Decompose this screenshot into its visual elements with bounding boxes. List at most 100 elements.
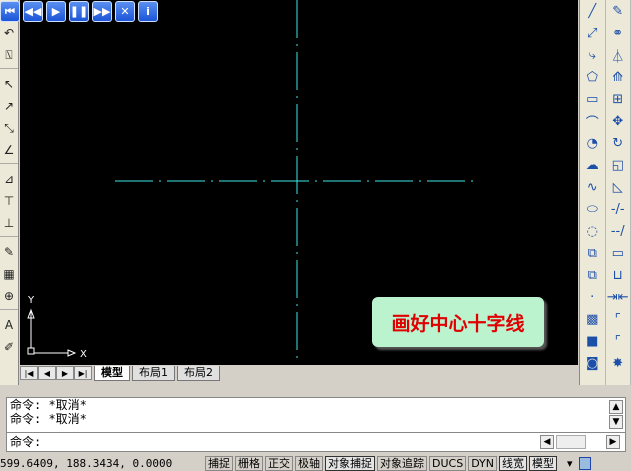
draw-tool-icon[interactable]: ⧉: [580, 264, 605, 286]
draw-tool-icon[interactable]: ╱: [580, 0, 605, 22]
draw-tool-icon[interactable]: ⬠: [580, 66, 605, 88]
draw-toolbar: ╱ ⤢ ⤷ ⬠ ▭ ⌒ ◔ ☁ ∿ ⬭ ◌ ⧉ ⧉ · ▩ ■ ◙: [580, 0, 606, 385]
left-tool-icon[interactable]: A: [0, 314, 18, 336]
instruction-label: 画好中心十字线: [372, 297, 544, 347]
coordinate-readout: 599.6409, 188.3434, 0.0000: [0, 456, 173, 470]
ucs-icon: [27, 308, 77, 357]
status-toggle-4[interactable]: 对象捕捉: [325, 455, 375, 471]
modify-tool-icon[interactable]: ✥: [606, 110, 631, 132]
skip-start-icon[interactable]: ⏮: [0, 1, 20, 22]
pause-icon[interactable]: ❚❚: [69, 1, 89, 22]
draw-tool-icon[interactable]: ◔: [580, 132, 605, 154]
scroll-right-icon[interactable]: ▶: [606, 435, 620, 449]
clean-screen-icon[interactable]: [578, 456, 591, 470]
draw-tool-icon[interactable]: ■: [580, 330, 605, 352]
status-toggle-6[interactable]: DUCS: [429, 455, 467, 471]
modify-toolbar: ✎ ⚭ ⏃ ⟰ ⊞ ✥ ↻ ◱ ◺ -/- --/▭ ⊔ ⇥⇤ ⌜ ⌜ ✸: [606, 0, 631, 385]
draw-tool-icon[interactable]: ◌: [580, 220, 605, 242]
modify-tool-icon[interactable]: ⚭: [606, 22, 631, 44]
ucs-x-label: X: [80, 349, 87, 360]
status-toggle-9[interactable]: 模型: [529, 455, 558, 471]
draw-tool-icon[interactable]: ▩: [580, 308, 605, 330]
left-tool-icon[interactable]: ⤡: [0, 117, 18, 139]
tab-first-button[interactable]: |◀: [20, 366, 38, 380]
left-tool-icon[interactable]: ↶: [0, 22, 18, 44]
command-prompt: 命令:: [10, 435, 42, 449]
left-tool-icon[interactable]: ⊥: [0, 212, 18, 234]
left-tool-icon[interactable]: ↖: [0, 73, 18, 95]
status-toggle-7[interactable]: DYN: [468, 455, 498, 471]
modify-tool-icon[interactable]: ⌜: [606, 308, 631, 330]
draw-tool-icon[interactable]: ⌒: [580, 110, 605, 132]
draw-tool-icon[interactable]: ⤷: [580, 44, 605, 66]
scroll-thumb[interactable]: [556, 435, 586, 449]
tab-last-button[interactable]: ▶|: [74, 366, 92, 380]
tab-prev-button[interactable]: ◀: [38, 366, 56, 380]
modify-tool-icon[interactable]: ◺: [606, 176, 631, 198]
fast-forward-icon[interactable]: ▶▶: [92, 1, 112, 22]
status-menu-arrow-icon[interactable]: ▾: [567, 457, 573, 470]
modify-tool-icon[interactable]: ⌜: [606, 330, 631, 352]
draw-tool-icon[interactable]: ∿: [580, 176, 605, 198]
draw-tool-icon[interactable]: ⧉: [580, 242, 605, 264]
draw-tool-icon[interactable]: ▭: [580, 88, 605, 110]
draw-tool-icon[interactable]: ☁: [580, 154, 605, 176]
play-icon[interactable]: ▶: [46, 1, 66, 22]
modify-tool-icon[interactable]: ⊔: [606, 264, 631, 286]
status-toggles: 捕捉 栅格 正交 极轴 对象捕捉 对象追踪 DUCS DYN 线宽 模型: [205, 455, 559, 471]
horizontal-scrollbar[interactable]: ◀ ▶: [540, 435, 620, 449]
draw-tool-icon[interactable]: ·: [580, 286, 605, 308]
tab-next-button[interactable]: ▶: [56, 366, 74, 380]
modify-tool-icon[interactable]: ✸: [606, 352, 631, 374]
left-tool-icon[interactable]: ✐: [0, 336, 18, 358]
left-tool-icon[interactable]: ⊕: [0, 285, 18, 307]
animation-toolbar: ⏮ ◀◀ ▶ ❚❚ ▶▶ ✕ i: [0, 1, 158, 22]
status-toggle-5[interactable]: 对象追踪: [377, 455, 427, 471]
modify-tool-icon[interactable]: ⇥⇤: [606, 286, 631, 308]
left-tool-icon[interactable]: ↗: [0, 95, 18, 117]
layout-tabs: |◀ ◀ ▶ ▶| 模型 布局1 布局2: [20, 365, 578, 381]
status-toggle-1[interactable]: 栅格: [235, 455, 263, 471]
left-tool-icon[interactable]: ∠: [0, 139, 18, 161]
scroll-down-icon[interactable]: ▼: [609, 415, 623, 429]
toolbar-separator: [0, 163, 18, 166]
toolbar-separator: [0, 309, 18, 312]
scroll-up-icon[interactable]: ▲: [609, 400, 623, 414]
left-tool-icon[interactable]: ⍂: [0, 44, 18, 66]
command-history-line: 命令: *取消*: [10, 412, 87, 426]
modify-tool-icon[interactable]: ▭: [606, 242, 631, 264]
status-toggle-8[interactable]: 线宽: [499, 455, 528, 471]
scroll-left-icon[interactable]: ◀: [540, 435, 554, 449]
close-icon[interactable]: ✕: [115, 1, 135, 22]
draw-tool-icon[interactable]: ⤢: [580, 22, 605, 44]
draw-tool-icon[interactable]: ⬭: [580, 198, 605, 220]
left-tool-icon[interactable]: ⊿: [0, 168, 18, 190]
modify-tool-icon[interactable]: ↻: [606, 132, 631, 154]
left-tool-icon[interactable]: ⊤: [0, 190, 18, 212]
status-toggle-2[interactable]: 正交: [265, 455, 293, 471]
modify-tool-icon[interactable]: ◱: [606, 154, 631, 176]
modify-tool-icon[interactable]: -/-: [606, 198, 631, 220]
modify-tool-icon[interactable]: ⏃: [606, 44, 631, 66]
tab-model[interactable]: 模型: [94, 365, 130, 381]
modify-tool-icon[interactable]: ⟰: [606, 66, 631, 88]
rewind-icon[interactable]: ◀◀: [23, 1, 43, 22]
left-tool-icon[interactable]: ▦: [0, 263, 18, 285]
modify-tool-icon[interactable]: ⊞: [606, 88, 631, 110]
left-tool-icon[interactable]: ✎: [0, 241, 18, 263]
modify-tool-icon[interactable]: --/: [606, 220, 631, 242]
tab-layout2[interactable]: 布局2: [177, 365, 220, 381]
command-history-line: 命令: *取消*: [10, 398, 87, 412]
command-window: 命令: *取消* 命令: *取消* ▲ ▼ 命令: ◀ ▶: [6, 397, 626, 452]
modify-tool-icon[interactable]: ✎: [606, 0, 631, 22]
draw-tool-icon[interactable]: ◙: [580, 352, 605, 374]
status-bar: 599.6409, 188.3434, 0.0000 捕捉 栅格 正交 极轴 对象捕捉对…: [0, 455, 631, 471]
toolbar-separator: [0, 236, 18, 239]
tab-layout1[interactable]: 布局1: [132, 365, 175, 381]
info-icon[interactable]: i: [138, 1, 158, 22]
left-toolbar: ↘↶⍂↖↗⤡∠⊿⊤⊥✎▦⊕A✐: [0, 0, 19, 385]
status-toggle-3[interactable]: 极轴: [295, 455, 323, 471]
right-toolbars: ╱ ⤢ ⤷ ⬠ ▭ ⌒ ◔ ☁ ∿ ⬭ ◌ ⧉ ⧉ · ▩ ■ ◙ ✎ ⚭ ⏃ ⟰ ⊞ ✥ ↻ ◱ ◺ -/- --/▭ ⊔ ⇥⇤ ⌜ ⌜ ✸: [579, 0, 631, 385]
status-toggle-0[interactable]: 捕捉: [205, 455, 233, 471]
command-input[interactable]: 命令:: [7, 432, 625, 452]
